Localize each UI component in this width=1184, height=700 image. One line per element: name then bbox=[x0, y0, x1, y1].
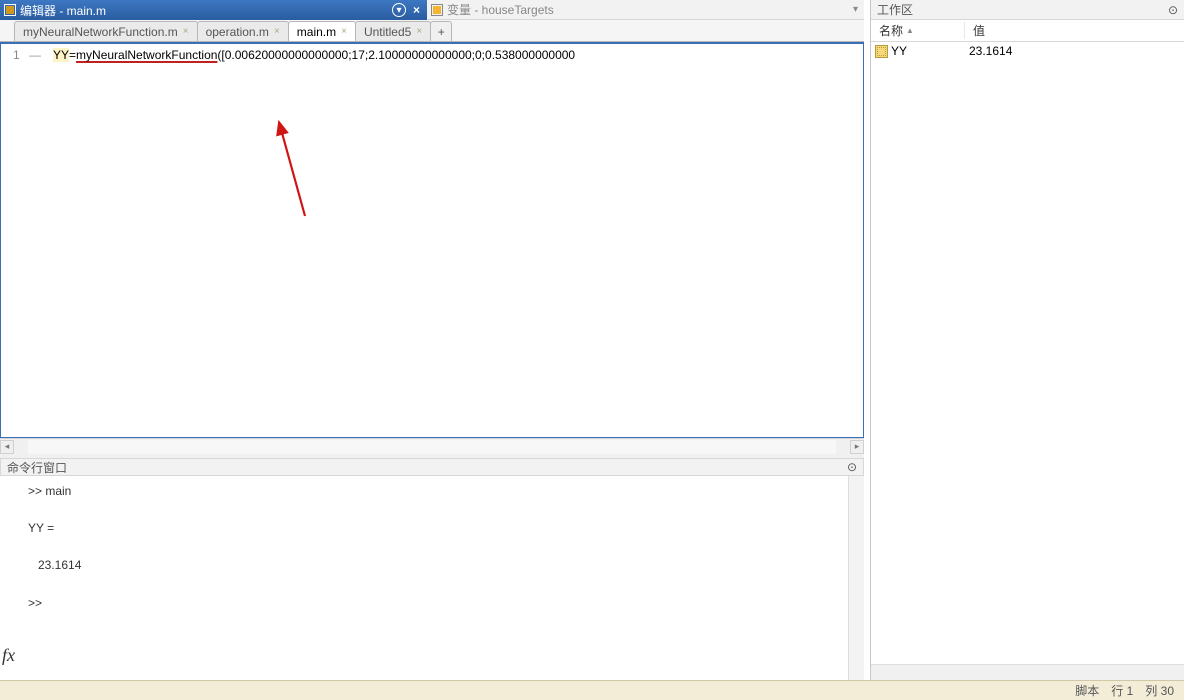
status-col-label: 列 bbox=[1145, 684, 1157, 698]
variable-name: YY bbox=[891, 44, 907, 58]
editor-close-icon[interactable]: × bbox=[410, 3, 423, 17]
editor-gutter: 1 — bbox=[1, 44, 47, 437]
editor-doc-icon bbox=[4, 4, 16, 16]
variable-value: 23.1614 bbox=[969, 44, 1012, 58]
editor-dropdown-icon[interactable]: ▾ bbox=[392, 3, 406, 17]
code-args: ([0.00620000000000000;17;2.1000000000000… bbox=[217, 48, 575, 62]
workspace-row[interactable]: YY 23.1614 bbox=[871, 42, 1184, 60]
status-bar: 脚本 行 1 列 30 bbox=[0, 680, 1184, 700]
variables-dropdown-icon[interactable]: ▾ bbox=[851, 4, 860, 15]
sort-asc-icon: ▲ bbox=[906, 26, 914, 35]
fx-icon[interactable]: fx bbox=[2, 645, 15, 666]
editor-code[interactable]: YY=myNeuralNetworkFunction([0.0062000000… bbox=[47, 44, 863, 437]
annotation-arrow-icon bbox=[217, 116, 327, 226]
code-eq: = bbox=[69, 48, 76, 62]
editor-area[interactable]: 1 — YY=myNeuralNetworkFunction([0.006200… bbox=[0, 42, 864, 438]
status-line: 1 bbox=[1127, 684, 1134, 698]
tab-label: myNeuralNetworkFunction.m bbox=[23, 25, 178, 39]
code-function-name: myNeuralNetworkFunction bbox=[76, 48, 217, 62]
workspace-col-name[interactable]: 名称▲ bbox=[871, 22, 965, 39]
variables-title: 变量 - houseTargets bbox=[447, 1, 554, 18]
command-window-dropdown-icon[interactable]: ⊙ bbox=[847, 460, 857, 474]
code-var: YY bbox=[53, 48, 69, 62]
editor-tab-row: myNeuralNetworkFunction.m× operation.m× … bbox=[0, 20, 864, 42]
scroll-right-icon[interactable]: ▸ bbox=[850, 440, 864, 454]
workspace-col-value[interactable]: 值 bbox=[965, 22, 993, 39]
line-number: 1 bbox=[13, 48, 20, 62]
workspace-hscrollbar[interactable] bbox=[871, 664, 1184, 680]
tab-file[interactable]: main.m × bbox=[288, 21, 356, 41]
command-window[interactable]: fx >> main YY = 23.1614 >> bbox=[0, 476, 864, 680]
tab-label: Untitled5 bbox=[364, 25, 411, 39]
variables-icon bbox=[431, 4, 443, 16]
command-output: >> main YY = 23.1614 >> bbox=[4, 482, 81, 680]
editor-titlebar: 编辑器 - main.m ▾ × bbox=[0, 0, 427, 20]
tab-close-icon[interactable]: × bbox=[183, 26, 189, 37]
editor-hscrollbar[interactable]: ◂ ▸ bbox=[0, 438, 864, 454]
tab-file[interactable]: operation.m × bbox=[197, 21, 289, 41]
tab-close-icon[interactable]: × bbox=[341, 26, 347, 37]
workspace-titlebar: 工作区 ⊙ bbox=[871, 0, 1184, 20]
command-window-titlebar: 命令行窗口 ⊙ bbox=[0, 458, 864, 476]
tab-add-button[interactable]: + bbox=[430, 21, 452, 41]
workspace-body[interactable]: YY 23.1614 bbox=[871, 42, 1184, 664]
tab-label: operation.m bbox=[206, 25, 269, 39]
status-col: 30 bbox=[1161, 684, 1174, 698]
status-line-label: 行 bbox=[1111, 684, 1123, 698]
status-mode: 脚本 bbox=[1075, 682, 1099, 699]
variables-titlebar[interactable]: 变量 - houseTargets ▾ bbox=[427, 0, 864, 20]
tab-close-icon[interactable]: × bbox=[274, 26, 280, 37]
scroll-left-icon[interactable]: ◂ bbox=[0, 440, 14, 454]
variable-icon bbox=[875, 45, 888, 58]
tab-file[interactable]: myNeuralNetworkFunction.m × bbox=[14, 21, 198, 41]
workspace-header: 名称▲ 值 bbox=[871, 20, 1184, 42]
command-vscrollbar[interactable] bbox=[848, 476, 864, 680]
tab-file[interactable]: Untitled5 × bbox=[355, 21, 431, 41]
editor-title: 编辑器 - main.m bbox=[20, 2, 106, 19]
workspace-title: 工作区 bbox=[877, 1, 913, 18]
tab-label: main.m bbox=[297, 25, 336, 39]
command-window-title: 命令行窗口 bbox=[7, 459, 67, 476]
tab-close-icon[interactable]: × bbox=[416, 26, 422, 37]
workspace-dropdown-icon[interactable]: ⊙ bbox=[1168, 3, 1178, 17]
